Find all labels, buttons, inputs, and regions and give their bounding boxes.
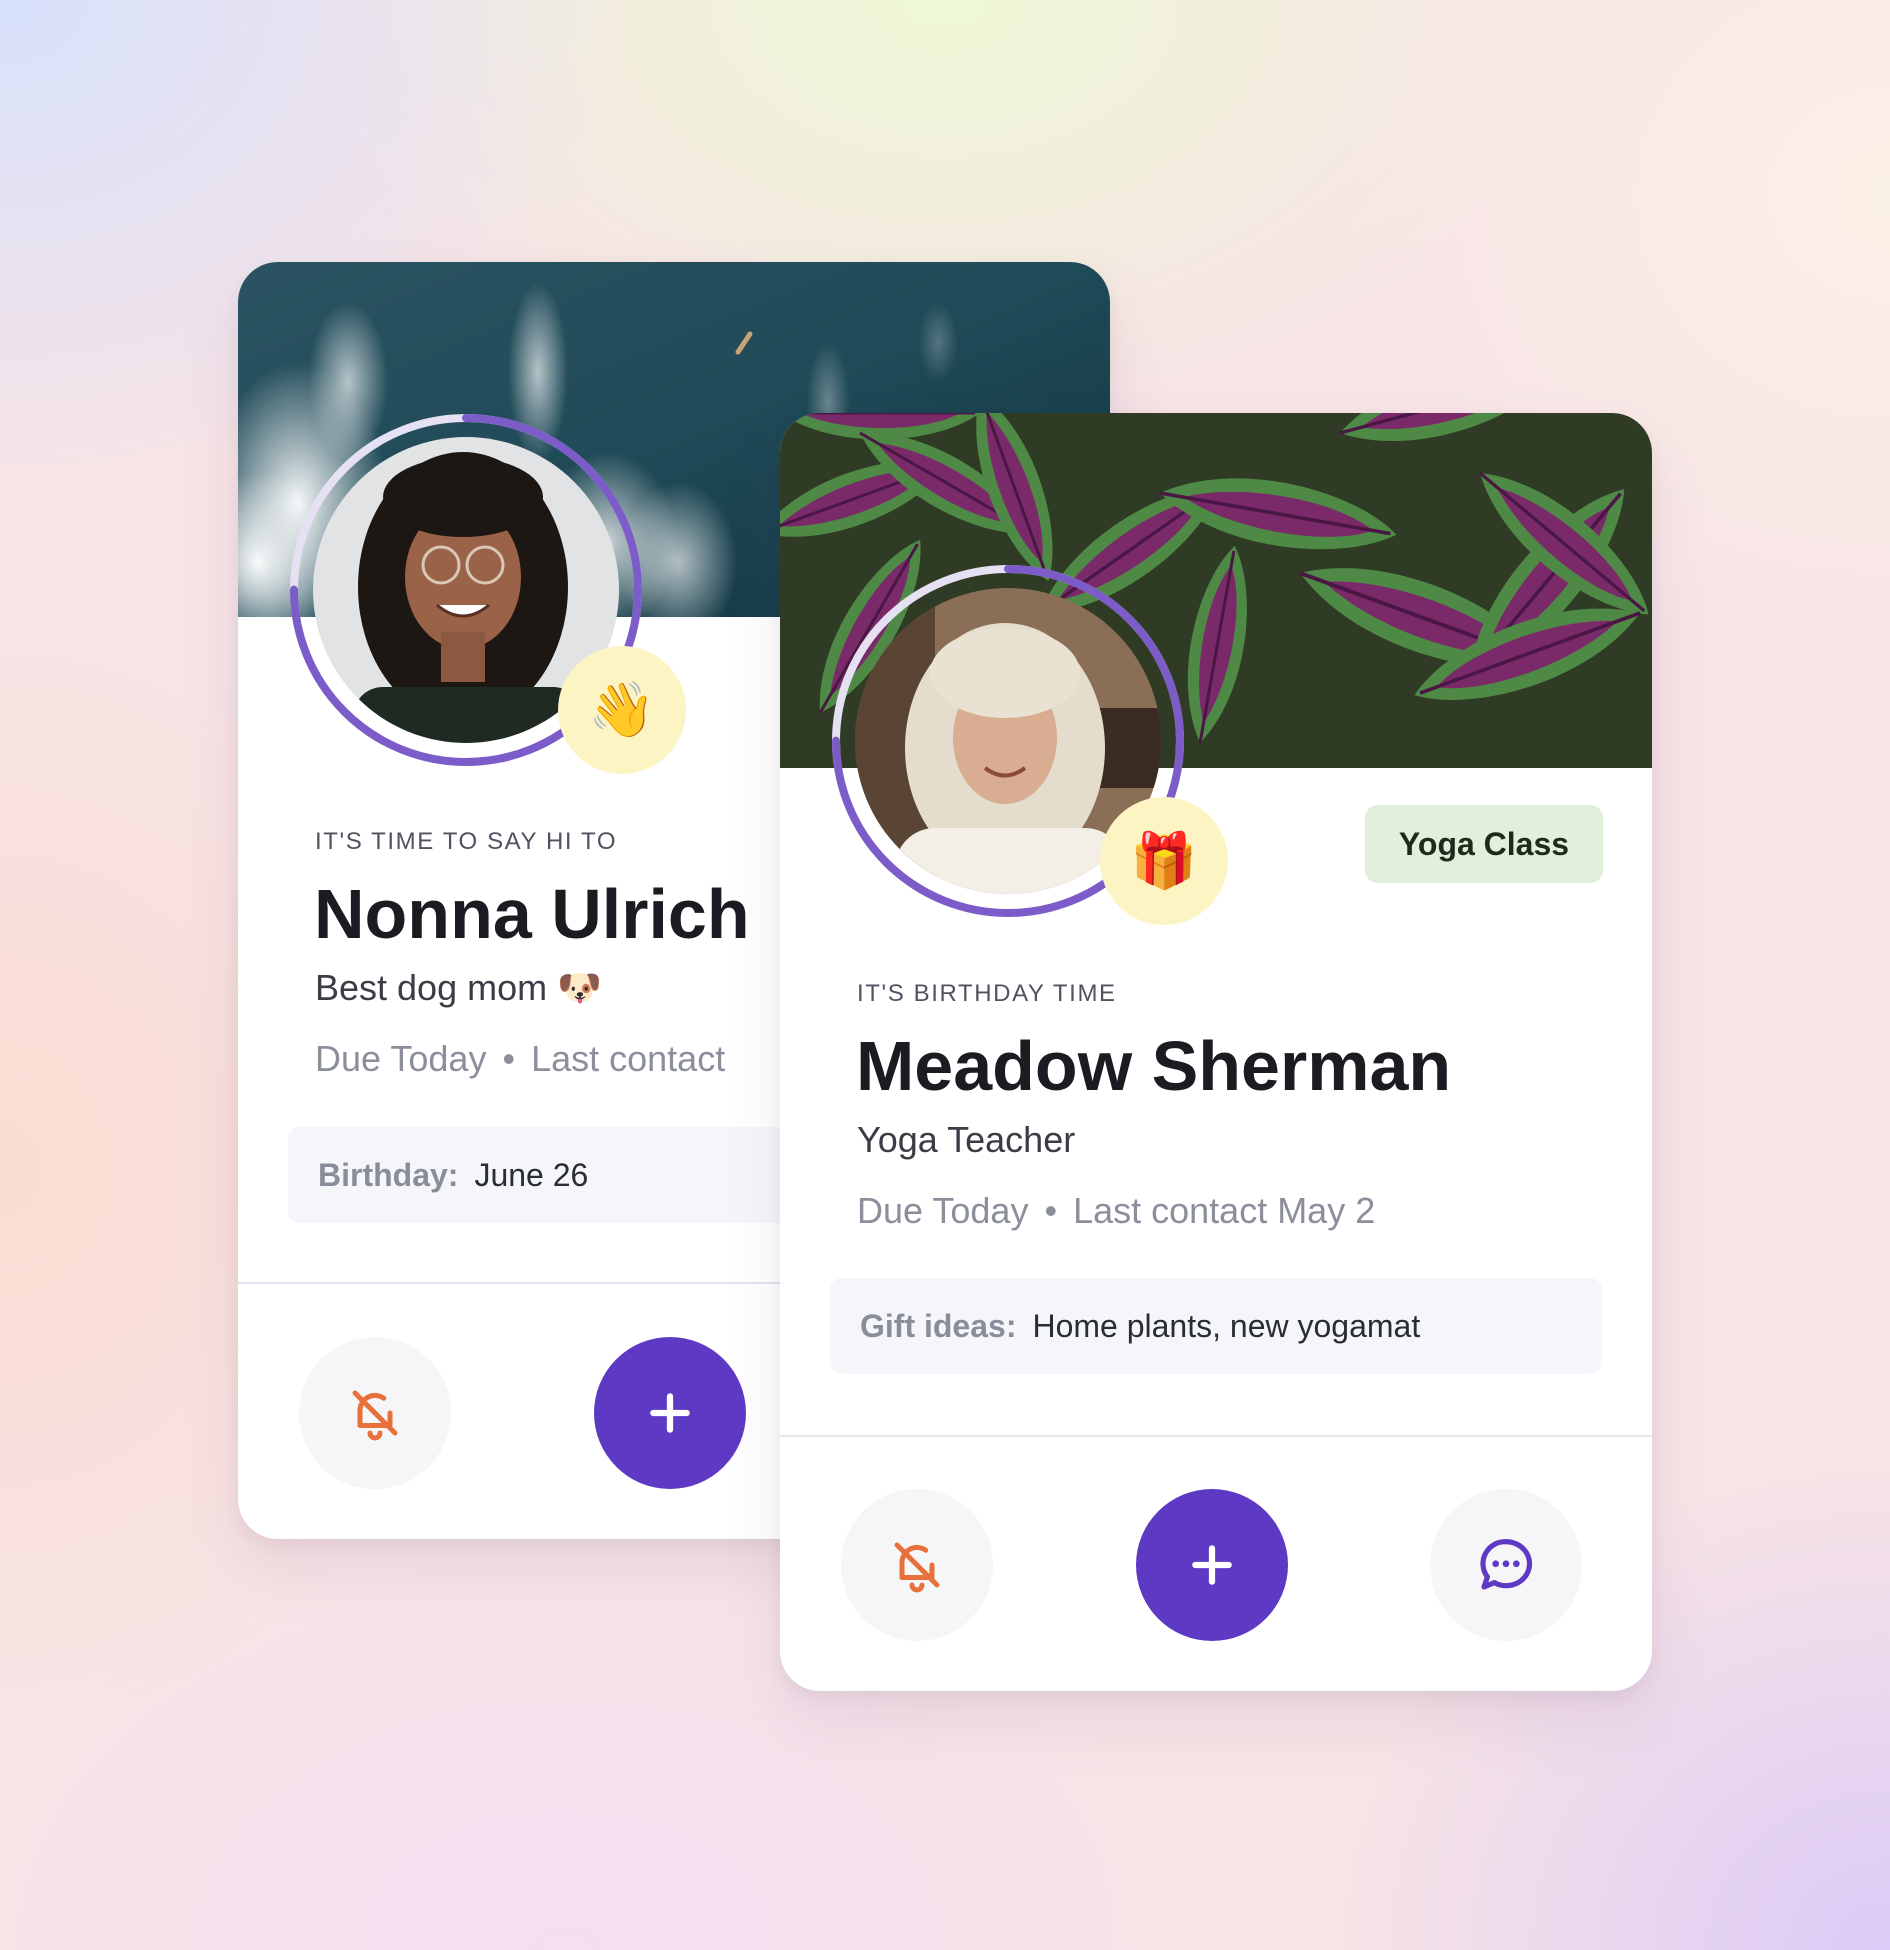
- last-contact: Last contact May 2: [1073, 1190, 1376, 1231]
- separator-dot: •: [502, 1038, 516, 1079]
- wave-emoji-badge: 👋: [558, 646, 686, 774]
- tag-badge[interactable]: Yoga Class: [1365, 805, 1603, 883]
- card-eyebrow: IT'S TIME TO SAY HI TO: [315, 828, 618, 855]
- bell-off-icon: [352, 1390, 398, 1441]
- bell-off-icon: [894, 1542, 940, 1593]
- plus-icon: [650, 1393, 690, 1433]
- message-button[interactable]: [1430, 1489, 1582, 1641]
- contact-subtitle: Yoga Teacher: [857, 1119, 1076, 1160]
- mute-reminder-button[interactable]: [299, 1337, 451, 1489]
- info-label: Gift ideas:: [860, 1307, 1017, 1344]
- gift-emoji-badge: 🎁: [1100, 797, 1228, 925]
- add-button[interactable]: [1136, 1489, 1288, 1641]
- gift-ideas-info: Gift ideas: Home plants, new yogamat: [830, 1278, 1602, 1374]
- contact-name: Meadow Sherman: [856, 1027, 1452, 1105]
- due-status: Due Today: [857, 1190, 1029, 1231]
- plus-icon: [1192, 1545, 1232, 1585]
- card-eyebrow: IT'S BIRTHDAY TIME: [857, 980, 1117, 1007]
- contact-subtitle: Best dog mom 🐶: [315, 967, 602, 1008]
- info-label: Birthday:: [318, 1156, 459, 1193]
- contact-meta: Due Today • Last contact May 2: [857, 1190, 1375, 1232]
- info-value: June 26: [474, 1156, 589, 1193]
- contact-card-meadow[interactable]: Yoga Class 🎁 IT'S BIRTHDAY TIME Meadow S…: [780, 413, 1652, 1691]
- contact-meta: Due Today • Last contact: [315, 1038, 725, 1080]
- add-button[interactable]: [594, 1337, 746, 1489]
- last-contact: Last contact: [531, 1038, 726, 1079]
- mute-reminder-button[interactable]: [841, 1489, 993, 1641]
- separator-dot: •: [1044, 1190, 1058, 1231]
- contact-name: Nonna Ulrich: [314, 875, 750, 953]
- divider: [780, 1435, 1652, 1437]
- chat-bubble-icon: [1480, 1539, 1533, 1590]
- due-status: Due Today: [315, 1038, 487, 1079]
- info-value: Home plants, new yogamat: [1032, 1307, 1421, 1344]
